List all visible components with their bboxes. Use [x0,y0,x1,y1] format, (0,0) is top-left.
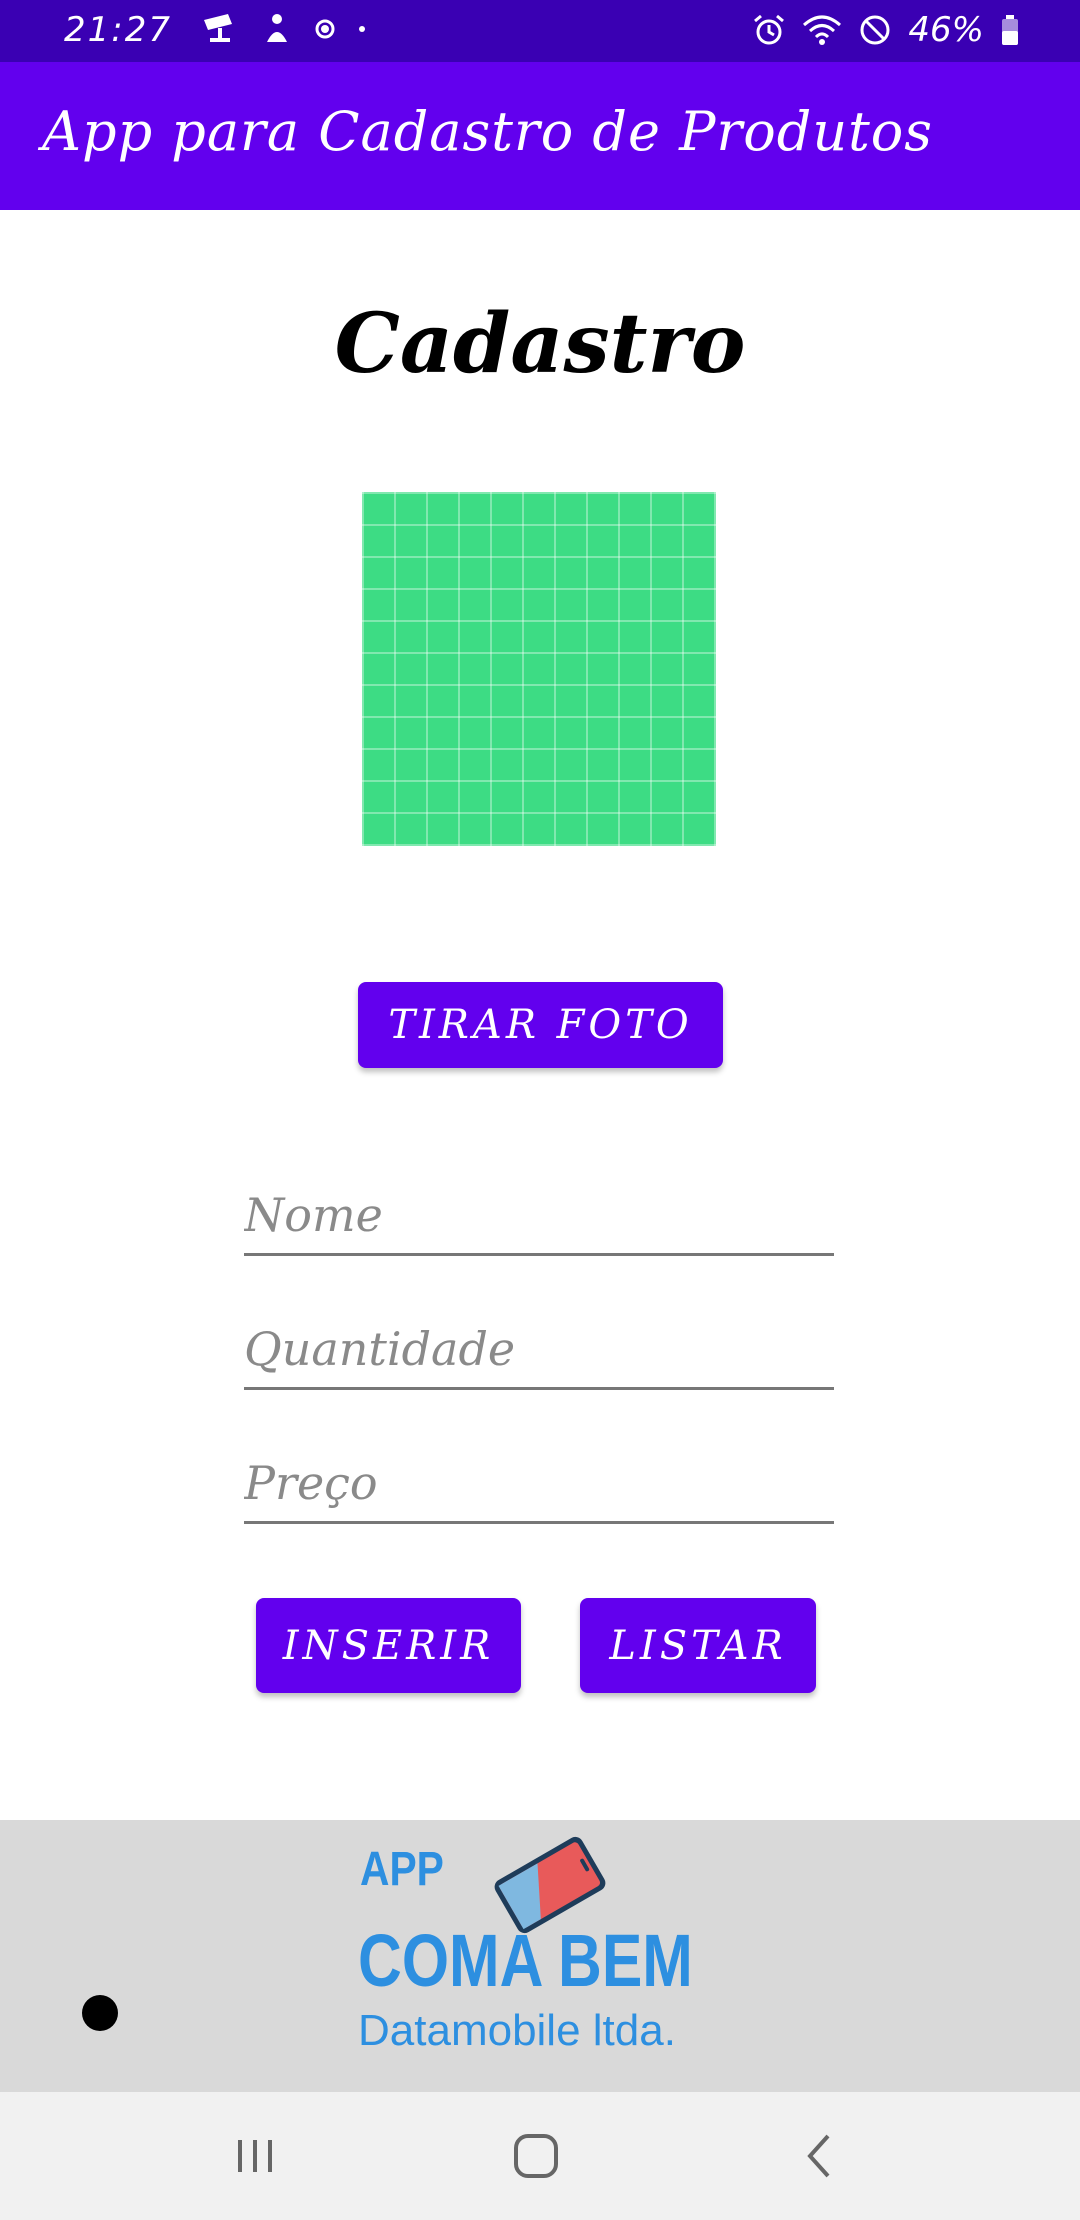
status-time: 21:27 [64,10,172,50]
name-input[interactable] [244,1176,834,1253]
status-bar: 21:27 46% [0,0,1080,62]
banner-app-text: APP [360,1843,444,1896]
product-photo [362,492,716,846]
navigation-bar [0,2092,1080,2220]
person-icon [262,12,292,46]
status-system-icons: 46% [752,10,1020,50]
banner-brand-text: COMA BEM [358,1919,693,2002]
recent-apps-icon[interactable] [230,2128,280,2184]
battery-icon [1000,13,1020,47]
app-bar: App para Cadastro de Produtos [0,62,1080,210]
cctv-icon [200,12,240,46]
take-photo-button[interactable]: TIRAR FOTO [358,982,723,1068]
wifi-icon [802,13,842,47]
banner-company-text: Datamobile ltda. [358,2006,676,2055]
ad-banner[interactable]: APP COMA BEM Datamobile ltda. [0,1820,1080,2092]
home-icon[interactable] [508,2128,564,2184]
small-dot-icon [358,25,366,33]
do-not-disturb-icon [858,13,892,47]
page-title: Cadastro [334,296,746,392]
quantity-input[interactable] [244,1310,834,1387]
circle-dot-icon [314,18,336,40]
battery-percentage: 46% [908,10,984,50]
status-notification-icons [200,12,366,46]
name-field [244,1176,834,1256]
quantity-field [244,1310,834,1390]
insert-button[interactable]: INSERIR [256,1598,521,1693]
alarm-icon [752,13,786,47]
price-field [244,1444,834,1524]
app-title: App para Cadastro de Produtos [42,100,934,163]
list-button[interactable]: LISTAR [580,1598,816,1693]
banner-dot [82,1995,118,2031]
back-icon[interactable] [800,2128,840,2184]
price-input[interactable] [244,1444,834,1521]
